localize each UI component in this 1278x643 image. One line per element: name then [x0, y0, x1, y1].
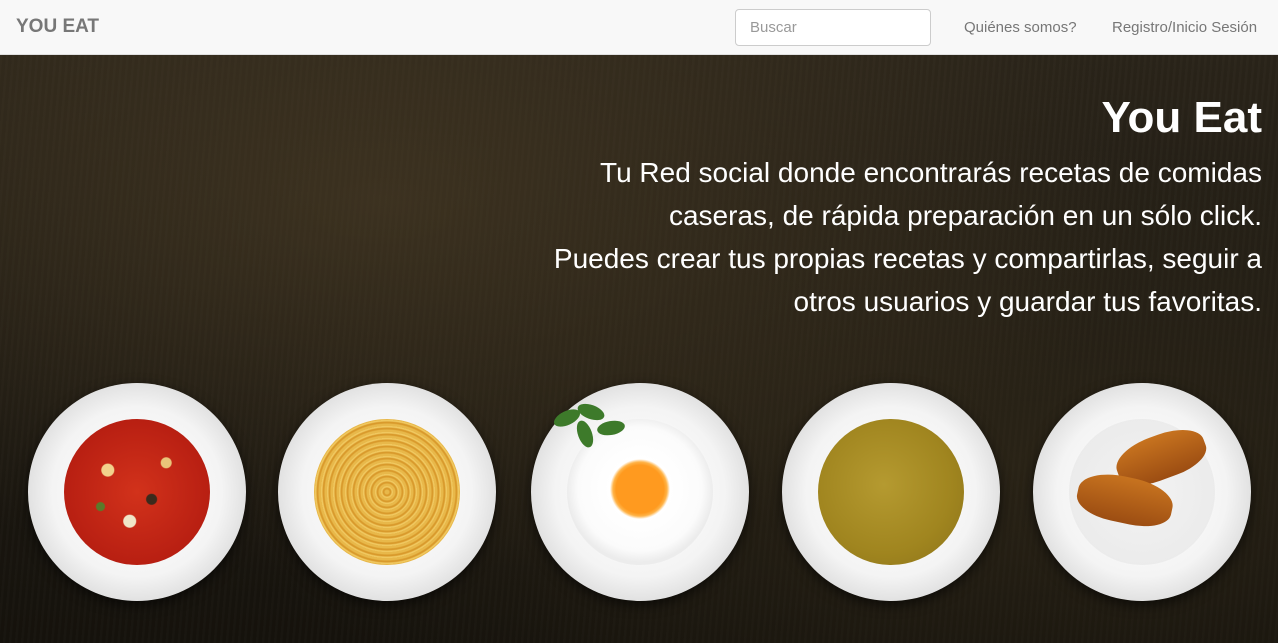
spaghetti-image: [314, 419, 460, 565]
search-input[interactable]: [735, 9, 931, 46]
hero-banner: You Eat Tu Red social donde encontrarás …: [0, 55, 1278, 643]
cream-soup-image: [818, 419, 964, 565]
brand-logo[interactable]: YOU EAT: [16, 16, 99, 38]
plate-fried-egg-image: [531, 383, 749, 601]
nav-link-register-login[interactable]: Registro/Inicio Sesión: [1112, 19, 1257, 36]
plate-cream-soup-image: [782, 383, 1000, 601]
tomato-soup-image: [64, 419, 210, 565]
hero-description: Tu Red social donde encontrarás recetas …: [542, 151, 1262, 323]
navbar: YOU EAT Quiénes somos? Registro/Inicio S…: [0, 0, 1278, 55]
plate-tomato-soup-image: [28, 383, 246, 601]
hero-paragraph-2: Puedes crear tus propias recetas y compa…: [553, 243, 1262, 317]
plate-spaghetti-image: [278, 383, 496, 601]
plate-croissants-image: [1033, 383, 1251, 601]
hero-title: You Eat: [1101, 93, 1262, 142]
nav-link-about[interactable]: Quiénes somos?: [964, 19, 1077, 36]
hero-paragraph-1: Tu Red social donde encontrarás recetas …: [600, 157, 1262, 231]
